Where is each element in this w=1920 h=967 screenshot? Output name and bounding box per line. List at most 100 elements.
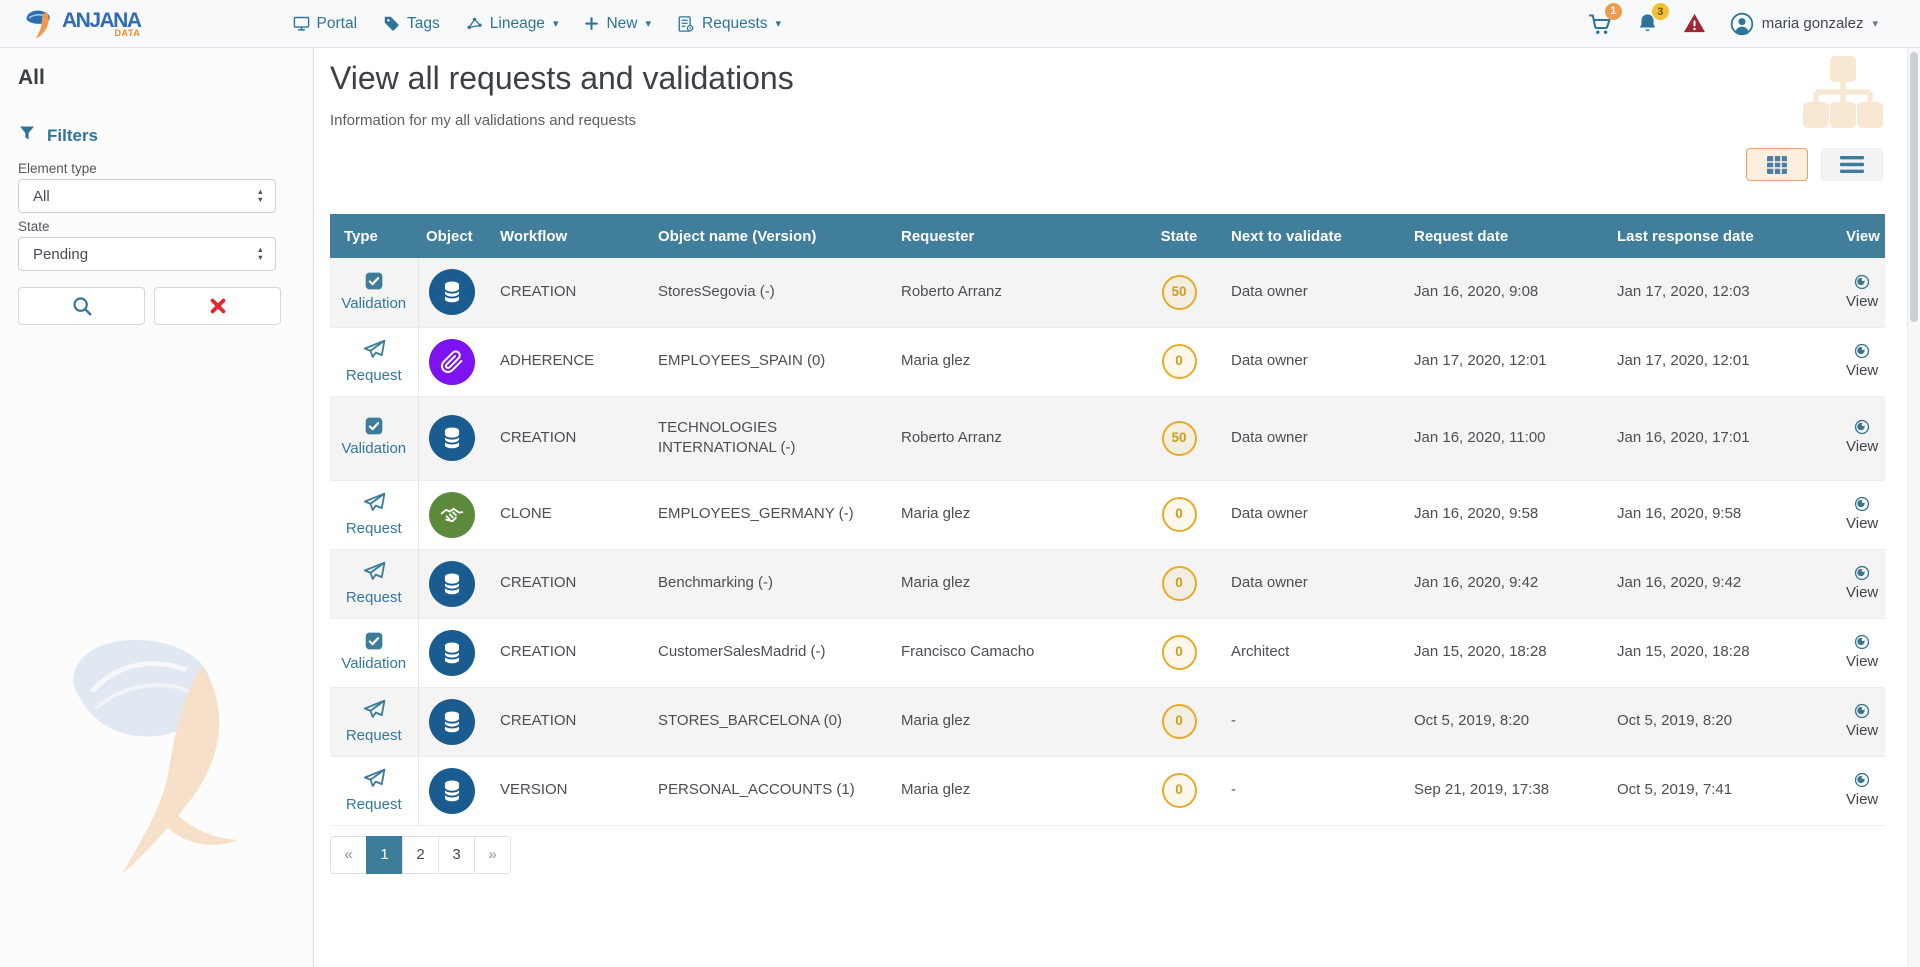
nav-right: 1 3 maria gonzalez ▾ (1588, 12, 1878, 36)
row-workflow: ADHERENCE (492, 327, 650, 396)
column-header: Workflow (492, 214, 650, 258)
table-view-toggle[interactable] (1746, 148, 1808, 181)
nav-item-label: Lineage (490, 15, 545, 33)
row-requester: Roberto Arranz (893, 396, 1135, 480)
pagination-page-1[interactable]: 1 (366, 836, 403, 874)
plus-icon (584, 16, 599, 31)
element-type-label: Element type (18, 161, 97, 176)
eye-icon (1853, 771, 1871, 789)
nav-item-requests[interactable]: Requests▾ (677, 15, 781, 33)
row-workflow: CLONE (492, 480, 650, 549)
row-last-response-date: Jan 17, 2020, 12:03 (1609, 258, 1838, 327)
pagination-page-2[interactable]: 2 (402, 836, 439, 874)
view-label: View (1846, 437, 1878, 457)
nav-menu: Portal Tags Lineage ▾ New▾ Requests▾ (293, 15, 782, 33)
row-requester: Francisco Camacho (893, 618, 1135, 687)
view-button[interactable]: View (1846, 342, 1878, 381)
state-badge: 50 (1162, 421, 1197, 456)
table-row: RequestADHERENCEEMPLOYEES_SPAIN (0)Maria… (330, 327, 1885, 396)
row-next-to-validate: Data owner (1223, 327, 1406, 396)
database-icon (429, 768, 475, 814)
search-button[interactable] (18, 287, 145, 325)
row-request-date: Jan 17, 2020, 12:01 (1406, 327, 1609, 396)
table-row: ValidationCREATIONCustomerSalesMadrid (-… (330, 618, 1885, 687)
eye-icon (1853, 702, 1871, 720)
column-header: Request date (1406, 214, 1609, 258)
view-button[interactable]: View (1846, 273, 1878, 312)
nav-item-lineage[interactable]: Lineage ▾ (466, 15, 559, 33)
eye-icon (1853, 495, 1871, 513)
anjana-watermark (52, 636, 272, 886)
search-icon (71, 295, 93, 317)
row-workflow: CREATION (492, 258, 650, 327)
view-button[interactable]: View (1846, 771, 1878, 810)
row-type-label: Request (338, 366, 410, 386)
list-view-toggle[interactable] (1821, 148, 1883, 181)
user-menu[interactable]: maria gonzalez ▾ (1730, 12, 1878, 36)
tag-icon (383, 15, 400, 32)
main-content: View all requests and validations Inform… (314, 48, 1907, 967)
database-icon (429, 415, 475, 461)
paper-plane-icon (338, 766, 410, 792)
row-requester: Maria glez (893, 480, 1135, 549)
table-row: RequestCREATIONSTORES_BARCELONA (0)Maria… (330, 687, 1885, 756)
nav-item-tags[interactable]: Tags (383, 15, 440, 33)
column-header: Last response date (1609, 214, 1838, 258)
row-requester: Maria glez (893, 687, 1135, 756)
row-object-name: PERSONAL_ACCOUNTS (1) (650, 756, 893, 825)
chevron-down-icon: ▾ (553, 17, 559, 30)
row-type-label: Request (338, 795, 410, 815)
page-title: View all requests and validations (330, 60, 794, 97)
view-button[interactable]: View (1846, 495, 1878, 534)
state-label: State (18, 219, 50, 234)
eye-icon (1853, 342, 1871, 360)
row-object-name: StoresSegovia (-) (650, 258, 893, 327)
row-type-label: Validation (338, 294, 410, 314)
row-request-date: Jan 16, 2020, 9:42 (1406, 549, 1609, 618)
view-button[interactable]: View (1846, 418, 1878, 457)
row-last-response-date: Jan 15, 2020, 18:28 (1609, 618, 1838, 687)
scrollbar[interactable] (1907, 48, 1920, 967)
element-type-select[interactable]: All ▲▼ (18, 179, 276, 213)
paper-plane-icon (338, 490, 410, 516)
pagination-next[interactable]: » (474, 836, 511, 874)
anjana-logo[interactable]: ANJANA DATA (24, 8, 141, 40)
column-header: Requester (893, 214, 1135, 258)
pagination-page-3[interactable]: 3 (438, 836, 475, 874)
row-type-label: Request (338, 588, 410, 608)
row-request-date: Sep 21, 2019, 17:38 (1406, 756, 1609, 825)
view-button[interactable]: View (1846, 564, 1878, 603)
list-icon (1840, 156, 1864, 173)
nav-item-portal[interactable]: Portal (293, 15, 358, 33)
view-button[interactable]: View (1846, 702, 1878, 741)
clear-filters-button[interactable] (154, 287, 281, 325)
column-header: Next to validate (1223, 214, 1406, 258)
state-badge: 0 (1162, 773, 1197, 808)
requests-icon (677, 15, 695, 33)
page-subtitle: Information for my all validations and r… (330, 112, 636, 129)
nav-item-new[interactable]: New▾ (584, 15, 651, 33)
database-icon (429, 699, 475, 745)
table-header-row: TypeObjectWorkflowObject name (Version)R… (330, 214, 1885, 258)
bell-icon[interactable]: 3 (1636, 12, 1659, 35)
row-next-to-validate: Architect (1223, 618, 1406, 687)
row-request-date: Jan 16, 2020, 11:00 (1406, 396, 1609, 480)
row-next-to-validate: Data owner (1223, 258, 1406, 327)
scrollbar-thumb[interactable] (1910, 52, 1918, 322)
state-select[interactable]: Pending ▲▼ (18, 237, 276, 271)
pagination-prev[interactable]: « (330, 836, 367, 874)
view-label: View (1846, 790, 1878, 810)
row-object-name: STORES_BARCELONA (0) (650, 687, 893, 756)
table-row: RequestVERSIONPERSONAL_ACCOUNTS (1)Maria… (330, 756, 1885, 825)
cart-icon[interactable]: 1 (1588, 12, 1612, 36)
state-badge: 50 (1162, 275, 1197, 310)
paperclip-icon (429, 339, 475, 385)
view-button[interactable]: View (1846, 633, 1878, 672)
filter-icon (18, 124, 36, 147)
state-badge: 0 (1162, 344, 1197, 379)
row-type-label: Validation (338, 654, 410, 674)
nav-item-label: Tags (407, 15, 440, 33)
row-type-label: Validation (338, 439, 410, 459)
warning-icon[interactable] (1683, 12, 1706, 35)
row-last-response-date: Jan 16, 2020, 9:42 (1609, 549, 1838, 618)
